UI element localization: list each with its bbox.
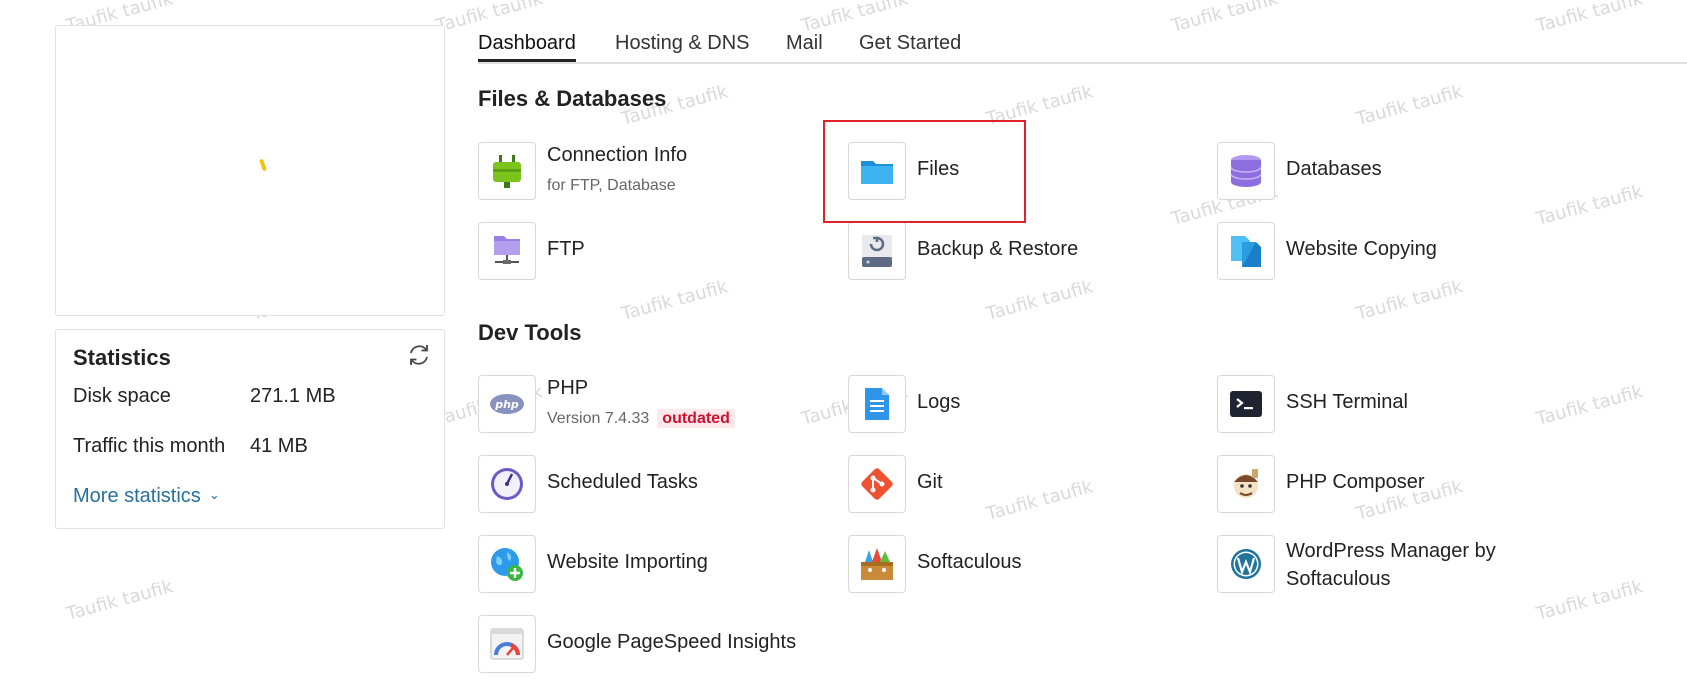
database-icon [1230,155,1262,187]
refresh-icon[interactable] [406,342,432,368]
connection-info-label: Connection Info [547,144,688,166]
ftp-tile[interactable]: FTP [478,222,778,280]
watermark: Taufik taufik [1354,81,1466,130]
chevron-down-icon: ⌄ [208,487,220,502]
softaculous-tile[interactable]: Softaculous [848,535,1148,593]
tab-dashboard[interactable]: Dashboard [478,30,576,62]
statistics-panel: Statistics Disk space 271.1 MB Traffic t… [55,329,445,529]
terminal-icon [1230,391,1262,417]
php-tile[interactable]: php PHP Version 7.4.33 outdated [478,375,818,433]
backup-drive-icon [862,235,892,267]
watermark: Taufik taufik [1534,576,1646,625]
php-label: PHP [547,377,589,399]
git-label: Git [917,471,943,493]
php-icon: php [490,394,524,414]
php-version-row: Version 7.4.33 outdated [547,409,735,428]
traffic-label: Traffic this month [73,435,226,457]
ssh-terminal-label: SSH Terminal [1286,391,1408,413]
watermark: Taufik taufik [1534,181,1646,230]
plug-icon [493,155,521,188]
website-copying-label: Website Copying [1286,238,1437,260]
composer-icon [1234,469,1258,498]
website-importing-tile[interactable]: Website Importing [478,535,778,593]
outdated-badge: outdated [657,409,735,428]
tab-get-started[interactable]: Get Started [859,30,961,60]
scheduled-tasks-label: Scheduled Tasks [547,471,698,493]
main-tabs: Dashboard Hosting & DNS Mail Get Started [478,30,1687,64]
watermark: Taufik taufik [1354,276,1466,325]
website-copying-tile[interactable]: Website Copying [1217,222,1517,280]
watermark: Taufik taufik [984,81,1096,130]
databases-tile[interactable]: Databases [1217,142,1497,200]
php-composer-tile[interactable]: PHP Composer [1217,455,1517,513]
folder-icon [861,161,893,184]
website-importing-label: Website Importing [547,551,708,573]
disk-space-value: 271.1 MB [250,385,336,407]
loading-spinner [259,158,267,172]
tab-mail[interactable]: Mail [786,30,823,60]
gauge-icon [490,628,524,660]
softaculous-box-icon [861,548,893,580]
connection-info-sub: for FTP, Database [547,177,676,194]
databases-label: Databases [1286,158,1382,180]
disk-space-row: Disk space 271.1 MB [73,385,336,408]
pagespeed-tile[interactable]: Google PageSpeed Insights [478,615,838,673]
traffic-value: 41 MB [250,435,308,457]
scheduled-tasks-tile[interactable]: Scheduled Tasks [478,455,778,513]
pagespeed-label: Google PageSpeed Insights [547,631,797,653]
logs-tile[interactable]: Logs [848,375,1148,433]
traffic-row: Traffic this month 41 MB [73,435,308,458]
logs-label: Logs [917,391,961,413]
disk-space-label: Disk space [73,385,171,407]
watermark: Taufik taufik [64,576,176,625]
clock-icon [491,468,523,500]
wordpress-icon [1231,549,1261,579]
watermark: Taufik taufik [1534,381,1646,430]
files-label: Files [917,158,960,180]
watermark: Taufik taufik [619,276,731,325]
php-composer-label: PHP Composer [1286,471,1425,493]
backup-restore-label: Backup & Restore [917,238,1079,260]
php-version: Version 7.4.33 [547,410,650,427]
globe-plus-icon [491,548,523,581]
wordpress-manager-label: WordPress Manager by Softaculous [1286,540,1496,590]
more-statistics-link[interactable]: More statistics ⌄ [73,485,220,508]
log-document-icon [865,388,889,420]
softaculous-label: Softaculous [917,551,1022,573]
tab-hosting-dns[interactable]: Hosting & DNS [615,30,750,60]
dev-tools-heading: Dev Tools [478,320,582,345]
watermark: Taufik taufik [984,276,1096,325]
git-tile[interactable]: Git [848,455,1148,513]
backup-restore-tile[interactable]: Backup & Restore [848,222,1148,280]
ssh-terminal-tile[interactable]: SSH Terminal [1217,375,1517,433]
statistics-title: Statistics [73,345,171,370]
ftp-label: FTP [547,238,585,260]
copy-pages-icon [1231,236,1261,267]
svg-text:php: php [494,398,519,411]
ftp-folder-icon [494,236,520,264]
files-tile[interactable]: Files [848,142,1048,200]
more-statistics-label: More statistics [73,485,201,507]
files-databases-heading: Files & Databases [478,86,667,111]
connection-info-tile[interactable]: Connection Info for FTP, Database [478,142,818,200]
git-icon [861,468,893,500]
wordpress-manager-tile[interactable]: WordPress Manager by Softaculous [1217,535,1537,593]
site-preview-panel [55,25,445,316]
